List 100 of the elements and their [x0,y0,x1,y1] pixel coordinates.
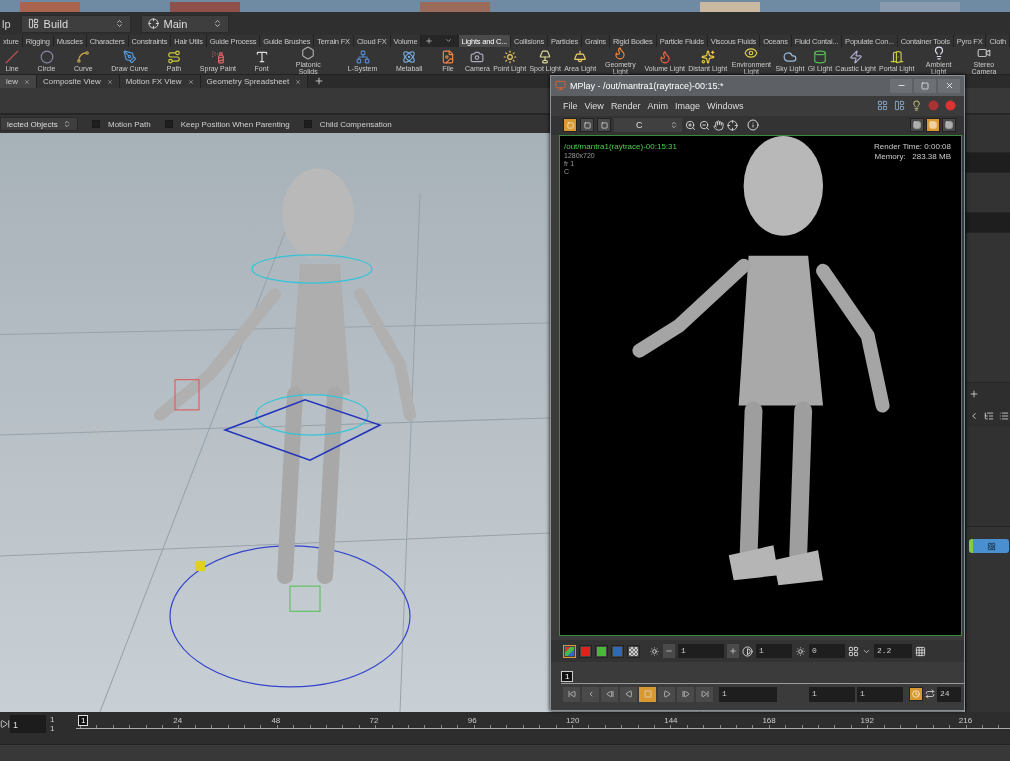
spinner-icon [670,121,678,130]
close-button[interactable] [938,79,960,93]
sun-icon [502,49,517,64]
route-icon [167,49,182,64]
frame-field[interactable]: 1 [10,715,46,733]
door-icon [889,49,904,64]
line-icon [5,49,19,64]
menu-item[interactable]: File [563,100,578,111]
grid-icon [945,121,953,130]
record-icon[interactable] [945,100,956,112]
spinner-icon [114,19,124,28]
tick-label: 96 [467,716,477,725]
layout-icon[interactable] [877,100,888,112]
pane-tab[interactable]: Composite View [37,75,120,88]
range-end: 1 [50,724,56,733]
atom-icon [986,541,996,551]
menu-item[interactable]: Windows [706,100,744,111]
camera-icon [470,49,485,64]
tree-icon[interactable] [984,411,994,421]
add-icon[interactable] [969,389,979,399]
close-icon[interactable] [24,78,30,85]
context-selector[interactable]: Main [140,14,229,33]
dropdown-icon[interactable] [445,36,453,45]
menu-item[interactable]: Anim [647,100,668,111]
tick-label: 216 [958,716,973,725]
close-icon[interactable] [187,78,194,85]
toggle-button[interactable] [597,118,611,133]
layout-button[interactable] [942,118,956,133]
ceiling-lamp-icon [573,49,588,64]
checkbox-label: Keep Position When Parenting [180,119,290,129]
zoom-out-icon[interactable] [699,119,710,131]
lamp-icon [538,49,553,64]
plane-dropdown[interactable]: C [614,118,682,133]
desktop-selector[interactable]: Build [20,14,131,33]
app-icon [555,80,566,92]
lightning-icon [848,49,863,64]
pane-tab[interactable]: iew [0,75,37,88]
menu-item[interactable]: Render [610,100,641,111]
atom-icon [402,49,417,64]
spray-can-icon [210,49,225,64]
pane-tab[interactable]: Geometry Spreadsheet [200,75,309,88]
checkbox[interactable] [92,120,100,128]
hexagon-icon [301,46,316,60]
layout-button[interactable] [926,118,940,133]
chevron-left-icon[interactable] [969,411,979,421]
toggle-button[interactable] [563,118,577,133]
hand-icon[interactable] [713,119,724,131]
pen-icon [122,49,137,64]
layout-button[interactable] [910,118,924,133]
checkbox-label: Child Compensation [319,119,392,129]
grid-icon [913,121,921,130]
file-image-icon [440,49,455,64]
pane-tab[interactable]: Motion FX View [119,75,201,88]
node[interactable] [969,539,1009,553]
flame-icon [613,46,628,60]
checkbox[interactable] [303,120,312,128]
checkbox[interactable] [164,120,173,128]
flame-icon [657,49,672,64]
tick-label: 168 [762,716,776,725]
close-icon[interactable] [106,78,113,85]
info-icon[interactable] [747,119,759,132]
close-icon [944,81,954,91]
circle-icon [39,49,54,64]
range-start: 1 [50,715,56,724]
checkbox-label: Motion Path [108,119,151,129]
tick-label: 120 [566,716,580,725]
add-icon[interactable] [314,76,325,86]
skip-forward-icon[interactable] [0,719,10,729]
toggle-button[interactable] [580,118,594,133]
menu-item[interactable]: Image [674,100,700,111]
cylinder-icon [812,49,827,64]
tick-label: 24 [173,716,183,725]
spinner-icon [212,19,222,28]
cloud-icon [783,49,797,64]
type-icon [254,49,269,64]
eye-icon [744,46,759,60]
current-frame: 1 [78,715,89,726]
zoom-in-icon[interactable] [685,119,696,131]
tick-label: 72 [369,716,379,725]
grid-icon [929,121,937,130]
crosshair-icon[interactable] [727,119,738,131]
menu-item[interactable]: View [584,100,604,111]
crosshair-icon [147,18,159,29]
lightbulb-icon[interactable] [911,100,922,112]
layout-icon [27,18,39,29]
close-icon[interactable] [295,78,302,85]
window-title: MPlay - /out/mantra1(raytrace)-00:15:* [570,81,724,91]
selection-dropdown[interactable]: lected Objects [0,117,78,131]
menu-item[interactable]: lp [2,17,11,30]
add-icon[interactable] [425,36,434,46]
tick-label: 144 [664,716,678,725]
tick-label: 48 [271,716,281,725]
list-icon[interactable] [999,411,1009,421]
network-icon [355,49,370,64]
panel-icon[interactable] [894,100,905,112]
video-camera-icon [976,46,991,60]
spinner-icon [63,120,71,128]
maximize-icon [921,82,929,90]
tick-label: 192 [860,716,874,725]
sparkles-icon [700,49,715,64]
